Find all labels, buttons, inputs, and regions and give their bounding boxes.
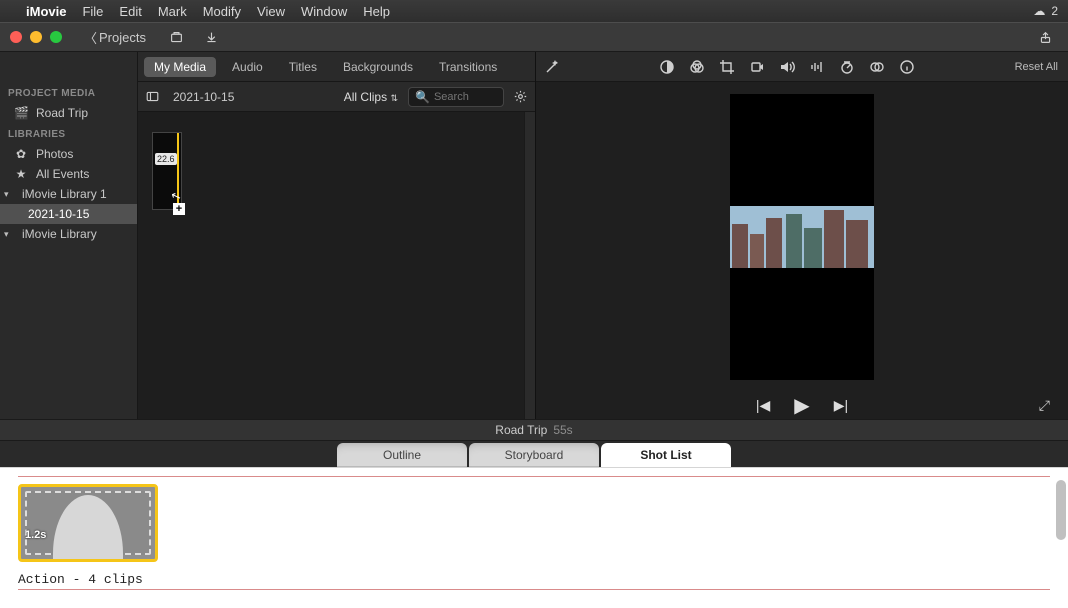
enhance-wand-icon[interactable] xyxy=(544,59,560,75)
cursor-add-icon: + xyxy=(173,203,185,215)
projects-back-label: Projects xyxy=(99,30,146,45)
cursor-arrow-icon: ↖ xyxy=(169,188,183,205)
updown-icon: ⇅ xyxy=(390,93,398,103)
noise-eq-icon[interactable] xyxy=(809,59,825,75)
fullscreen-icon[interactable]: ⤢ xyxy=(1039,397,1050,414)
preview-pane: Reset All |◀ ▶ ▶| ⤢ xyxy=(536,52,1068,419)
sidebar-photos-label: Photos xyxy=(36,147,73,161)
tab-outline[interactable]: Outline xyxy=(337,443,467,467)
sidebar-library-1[interactable]: ▾ iMovie Library 1 xyxy=(0,184,137,204)
clip-area[interactable]: 22.6 ↖ + xyxy=(138,112,524,419)
media-tabs: My Media Audio Titles Backgrounds Transi… xyxy=(138,52,535,82)
tab-shot-list[interactable]: Shot List xyxy=(601,443,731,467)
share-icon[interactable] xyxy=(1033,29,1058,46)
sidebar-header-project-media: PROJECT MEDIA xyxy=(0,82,137,103)
window-scrollbar[interactable] xyxy=(1056,480,1066,540)
menu-window[interactable]: Window xyxy=(301,4,347,19)
project-title: Road Trip xyxy=(495,423,547,437)
sidebar-all-events-label: All Events xyxy=(36,167,89,181)
clip-duration-badge: 22.6 xyxy=(155,153,177,165)
sidebar-project-label: Road Trip xyxy=(36,106,88,120)
menu-mark[interactable]: Mark xyxy=(158,4,187,19)
browser-filter-bar: 2021-10-15 All Clips ⇅ 🔍 xyxy=(138,82,535,112)
sidebar-event-date-label: 2021-10-15 xyxy=(28,207,89,221)
menu-file[interactable]: File xyxy=(82,4,103,19)
browser-event-date: 2021-10-15 xyxy=(173,90,234,104)
projects-back-button[interactable]: 〈 Projects xyxy=(76,26,154,49)
wechat-icon[interactable]: ☁ xyxy=(1033,4,1045,18)
menubar-tray[interactable]: ☁ 2 xyxy=(1033,4,1058,18)
photos-icon: ✿ xyxy=(14,147,28,161)
clapper-icon: 🎬 xyxy=(14,106,28,120)
color-correction-icon[interactable] xyxy=(689,59,705,75)
search-input-wrap[interactable]: 🔍 xyxy=(408,87,504,107)
sidebar-header-libraries: LIBRARIES xyxy=(0,123,137,144)
sidebar-toggle-icon[interactable] xyxy=(146,90,163,103)
project-title-bar: Road Trip 55s xyxy=(0,419,1068,441)
window-traffic-lights xyxy=(10,31,62,43)
window-toolbar: 〈 Projects xyxy=(0,22,1068,52)
preview-frame-image xyxy=(730,206,874,268)
preview-canvas[interactable] xyxy=(730,94,874,380)
window-zoom-button[interactable] xyxy=(50,31,62,43)
chevron-down-icon: ▾ xyxy=(4,189,14,200)
clip-thumbnail[interactable]: 22.6 ↖ + xyxy=(152,132,182,210)
preview-toolbar: Reset All xyxy=(536,52,1068,82)
menu-modify[interactable]: Modify xyxy=(203,4,241,19)
window-minimize-button[interactable] xyxy=(30,31,42,43)
clip-filter-dropdown[interactable]: All Clips ⇅ xyxy=(344,90,398,104)
window-close-button[interactable] xyxy=(10,31,22,43)
menu-view[interactable]: View xyxy=(257,4,285,19)
playback-controls: |◀ ▶ ▶| ⤢ xyxy=(536,391,1068,419)
volume-icon[interactable] xyxy=(779,59,795,75)
tab-my-media[interactable]: My Media xyxy=(144,57,216,77)
shot-duration-badge: 1.2s xyxy=(25,529,46,541)
search-input[interactable] xyxy=(434,91,494,103)
shot-list-pane: 1.2s Action - 4 clips xyxy=(0,467,1068,608)
sidebar-library-1-label: iMovie Library 1 xyxy=(22,187,107,201)
browser-settings-icon[interactable] xyxy=(514,90,527,103)
trailer-tabs: Outline Storyboard Shot List xyxy=(0,441,1068,467)
menu-help[interactable]: Help xyxy=(363,4,390,19)
sidebar-event-date[interactable]: 2021-10-15 xyxy=(0,204,137,224)
sidebar-project[interactable]: 🎬 Road Trip xyxy=(0,103,137,123)
star-icon: ★ xyxy=(14,167,28,181)
import-media-icon[interactable] xyxy=(164,29,189,46)
tab-storyboard[interactable]: Storyboard xyxy=(469,443,599,467)
project-duration: 55s xyxy=(553,423,572,437)
download-icon[interactable] xyxy=(199,29,224,46)
play-button[interactable]: ▶ xyxy=(794,393,809,418)
clip-filter-icon[interactable] xyxy=(869,59,885,75)
guide-line xyxy=(18,589,1050,590)
tray-count: 2 xyxy=(1051,4,1058,18)
shot-list-caption: Action - 4 clips xyxy=(18,572,1050,587)
browser-scrollbar[interactable] xyxy=(524,112,535,419)
search-icon: 🔍 xyxy=(415,90,430,104)
crop-icon[interactable] xyxy=(719,59,735,75)
guide-line xyxy=(18,476,1050,477)
shot-placeholder[interactable]: 1.2s xyxy=(18,484,158,562)
prev-frame-button[interactable]: |◀ xyxy=(756,397,770,414)
stabilization-icon[interactable] xyxy=(749,59,765,75)
library-sidebar: PROJECT MEDIA 🎬 Road Trip LIBRARIES ✿ Ph… xyxy=(0,52,138,419)
reset-all-button[interactable]: Reset All xyxy=(1015,61,1058,73)
mac-menubar: iMovie File Edit Mark Modify View Window… xyxy=(0,0,1068,22)
sidebar-library-2[interactable]: ▾ iMovie Library xyxy=(0,224,137,244)
next-frame-button[interactable]: ▶| xyxy=(834,397,848,414)
tab-backgrounds[interactable]: Backgrounds xyxy=(333,57,423,77)
chevron-left-icon: 〈 xyxy=(84,28,97,47)
info-icon[interactable] xyxy=(899,59,915,75)
app-name[interactable]: iMovie xyxy=(26,4,66,19)
menu-edit[interactable]: Edit xyxy=(119,4,141,19)
sidebar-library-2-label: iMovie Library xyxy=(22,227,97,241)
media-browser: My Media Audio Titles Backgrounds Transi… xyxy=(138,52,536,419)
sidebar-photos[interactable]: ✿ Photos xyxy=(0,144,137,164)
tab-transitions[interactable]: Transitions xyxy=(429,57,507,77)
chevron-down-icon: ▾ xyxy=(4,229,14,240)
tab-titles[interactable]: Titles xyxy=(279,57,327,77)
speed-icon[interactable] xyxy=(839,59,855,75)
sidebar-all-events[interactable]: ★ All Events xyxy=(0,164,137,184)
color-balance-icon[interactable] xyxy=(659,59,675,75)
tab-audio[interactable]: Audio xyxy=(222,57,273,77)
